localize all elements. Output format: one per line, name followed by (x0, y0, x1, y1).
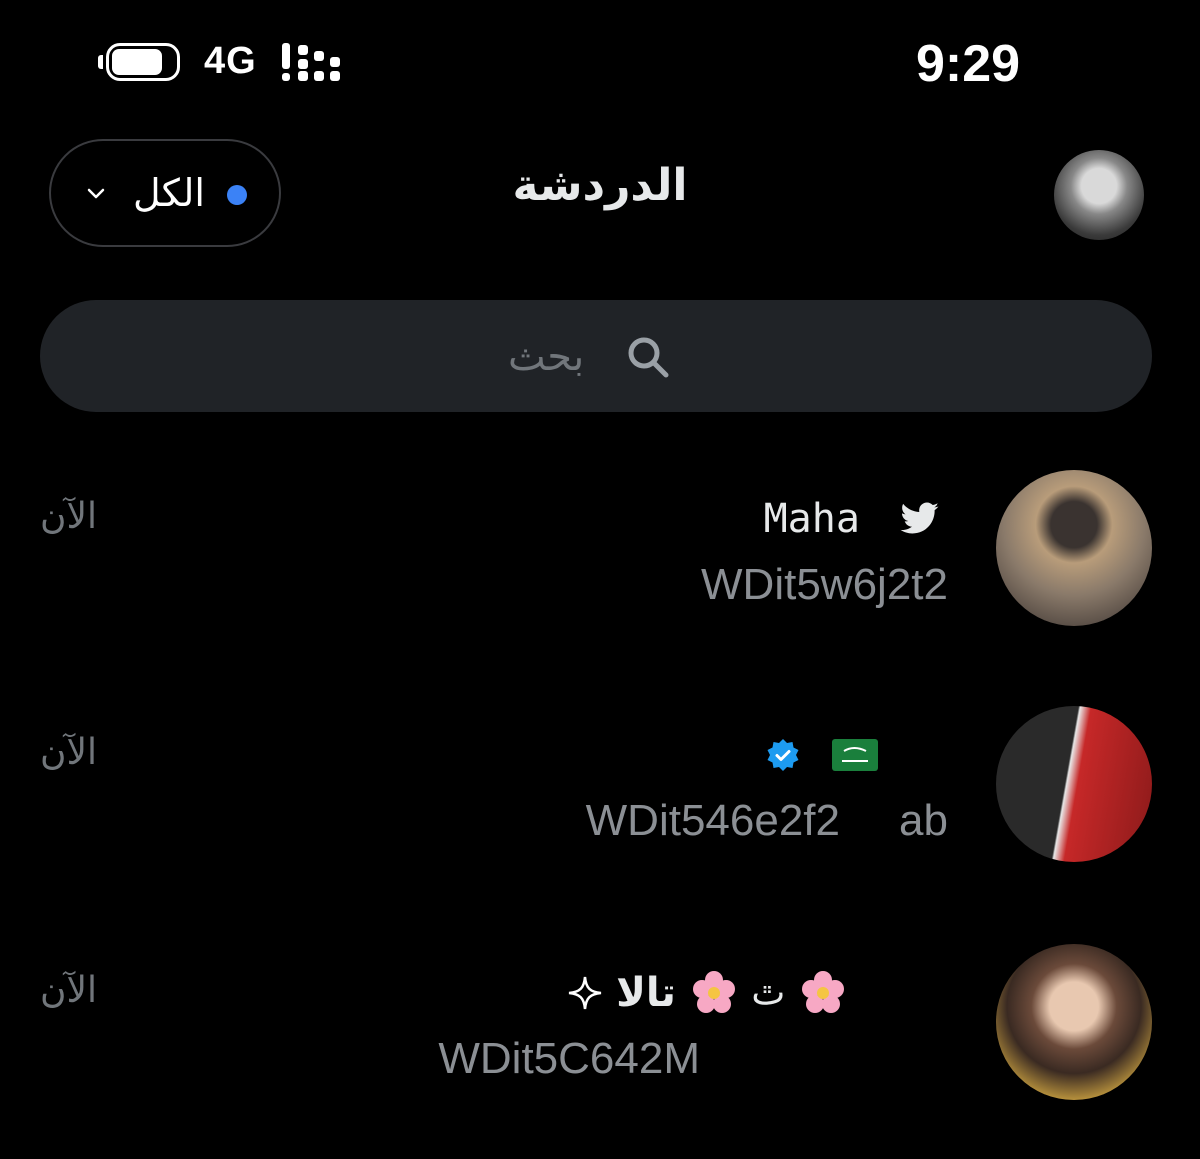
chat-row[interactable]: الآن WDit546e2f2 ab (0, 706, 1200, 886)
profile-avatar[interactable] (1054, 150, 1144, 240)
chat-row[interactable]: الآن ﭢ تالا WDit5C642M (0, 944, 1200, 1124)
avatar (996, 470, 1152, 626)
verified-icon (767, 739, 799, 771)
chat-row[interactable]: الآن Maha WDit5w6j2t2 (0, 470, 1200, 650)
unread-indicator (227, 185, 247, 205)
search-bar[interactable] (40, 300, 1152, 412)
avatar (996, 706, 1152, 862)
filter-label: الكل (133, 171, 205, 215)
filter-dropdown[interactable]: الكل (49, 139, 281, 247)
flower-icon (692, 971, 735, 1013)
chat-handle: WDit5C642M (438, 1034, 700, 1083)
sparkle-icon (569, 976, 602, 1010)
flower-icon (802, 971, 844, 1013)
network-type: 4G (204, 40, 257, 82)
chevron-down-icon (87, 188, 105, 199)
avatar (996, 944, 1152, 1100)
chat-handle: WDit546e2f2 (585, 796, 840, 845)
search-icon (628, 337, 669, 378)
bird-icon (900, 502, 939, 534)
status-time: 9:29 (916, 35, 1021, 93)
chat-name (766, 730, 878, 776)
chat-handle: WDit5w6j2t2 (701, 560, 948, 609)
battery-icon (98, 43, 182, 83)
page-title: الدردشة (512, 160, 688, 211)
flag-icon (832, 739, 878, 771)
chat-time: الآن (40, 970, 97, 1011)
chat-name: ﭢ تالا (567, 968, 848, 1018)
chat-time: الآن (40, 732, 97, 773)
chat-name: Maha (764, 494, 942, 542)
chat-time: الآن (40, 496, 97, 537)
signal-icon (282, 43, 348, 83)
search-input[interactable]: بحث (508, 334, 584, 380)
chat-handle-tail: ab (899, 796, 948, 845)
